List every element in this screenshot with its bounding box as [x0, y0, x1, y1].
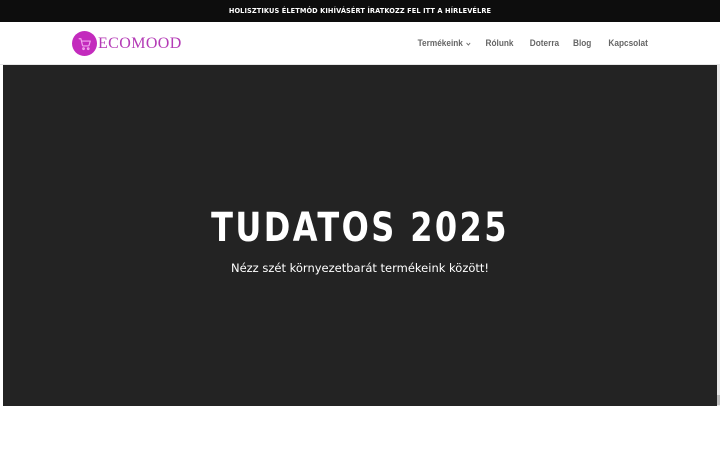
nav-item-rolunk[interactable]: Rólunk [486, 38, 514, 49]
main-navigation: Termékeink Rólunk Doterra Blog Kapcsolat [409, 22, 648, 65]
nav-item-label: Termékeink [417, 38, 463, 49]
hero-subtitle: Nézz szét környezetbarát termékeink közö… [230, 261, 490, 275]
newsletter-signup-link[interactable]: HOLISZTIKUS ÉLETMÓD KIHÍVÁSÉRT ÍRATKOZZ … [229, 7, 491, 15]
chevron-down-icon [465, 41, 470, 47]
logo-text: ECOMOOD [98, 34, 182, 52]
nav-item-doterra[interactable]: Doterra [529, 38, 558, 49]
site-header: ECOMOOD Termékeink Rólunk Doterra Blog K… [0, 22, 720, 65]
nav-item-blog[interactable]: Blog [573, 38, 591, 49]
nav-item-kapcsolat[interactable]: Kapcsolat [609, 38, 648, 49]
nav-item-termekeink[interactable]: Termékeink [417, 38, 470, 49]
shopping-cart-icon [72, 31, 97, 56]
hero-title: TUDATOS 2025 [211, 205, 509, 251]
site-logo[interactable]: ECOMOOD [72, 31, 182, 56]
announcement-bar: HOLISZTIKUS ÉLETMÓD KIHÍVÁSÉRT ÍRATKOZZ … [0, 0, 720, 22]
hero-banner: TUDATOS 2025 Nézz szét környezetbarát te… [3, 65, 717, 406]
